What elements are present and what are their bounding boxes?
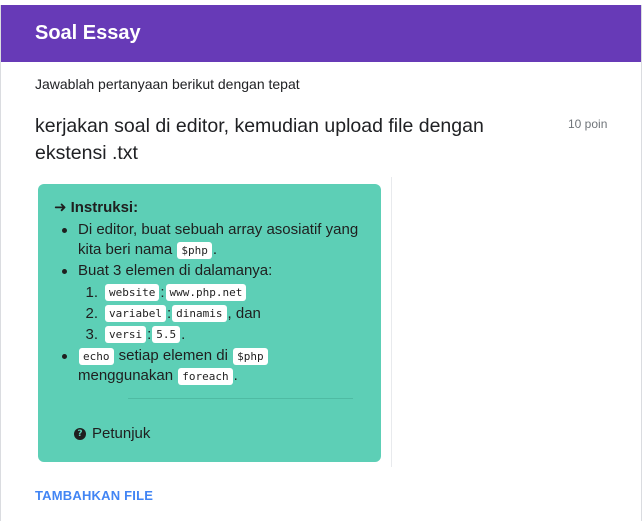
hint-label: Petunjuk [92, 425, 151, 442]
code-snippet: $php [177, 242, 212, 259]
element-item: 3. versi : 5.5 . [78, 324, 365, 345]
separator: : [166, 304, 172, 322]
instruction-box: ➜ Instruksi: Di editor, buat sebuah arra… [38, 184, 381, 462]
item-number: 3. [85, 325, 98, 343]
form-header: Soal Essay [1, 5, 641, 62]
instruction-item: echo setiap elemen di $php menggunakan f… [54, 346, 365, 386]
separator: : [160, 283, 165, 301]
punctuation: , dan [227, 304, 261, 322]
add-file-button[interactable]: TAMBAHKAN FILE [35, 488, 153, 503]
code-snippet: foreach [178, 368, 233, 385]
separator: : [147, 325, 152, 343]
element-item: 2. variabel : dinamis , dan [78, 303, 365, 324]
form-card: Soal Essay Jawablah pertanyaan berikut d… [0, 5, 642, 521]
instruction-item: Buat 3 elemen di dalamanya: 1. website :… [54, 261, 365, 345]
punctuation: . [212, 241, 218, 258]
instruction-list: Di editor, buat sebuah array asosiatif y… [54, 220, 365, 386]
hint-toggle[interactable]: ? Petunjuk [74, 424, 150, 444]
vertical-divider [391, 177, 392, 467]
instruction-text: setiap elemen di [118, 347, 228, 364]
code-snippet: echo [79, 348, 114, 365]
code-snippet: 5.5 [152, 326, 181, 343]
question-points: 10 poin [568, 117, 608, 131]
instruction-separator [128, 398, 353, 399]
element-item: 1. website : www.php.net [78, 282, 365, 303]
item-number: 1. [85, 283, 98, 301]
code-snippet: website [105, 284, 160, 301]
code-snippet: www.php.net [165, 284, 247, 301]
item-number: 2. [85, 304, 98, 322]
punctuation: . [233, 367, 238, 384]
form-description: Jawablah pertanyaan berikut dengan tepat [35, 76, 300, 92]
arrow-right-icon: ➜ [54, 199, 67, 216]
instruction-text: menggunakan [78, 367, 174, 384]
instruction-text: Di editor, buat sebuah array asosiatif y… [78, 221, 359, 258]
instruction-heading-label: Instruksi: [70, 199, 139, 216]
instruction-item: Di editor, buat sebuah array asosiatif y… [54, 220, 365, 260]
question-text: kerjakan soal di editor, kemudian upload… [35, 115, 484, 164]
code-snippet: dinamis [172, 305, 227, 322]
code-snippet: $php [233, 348, 268, 365]
instruction-text: Buat 3 elemen di dalamanya: [78, 262, 273, 279]
help-circle-icon: ? [74, 428, 86, 440]
instruction-heading: ➜ Instruksi: [54, 198, 365, 218]
punctuation: . [181, 325, 186, 343]
element-list: 1. website : www.php.net 2. variabel : d… [78, 282, 365, 345]
form-title: Soal Essay [35, 22, 141, 44]
code-snippet: variabel [105, 305, 166, 322]
code-snippet: versi [105, 326, 147, 343]
